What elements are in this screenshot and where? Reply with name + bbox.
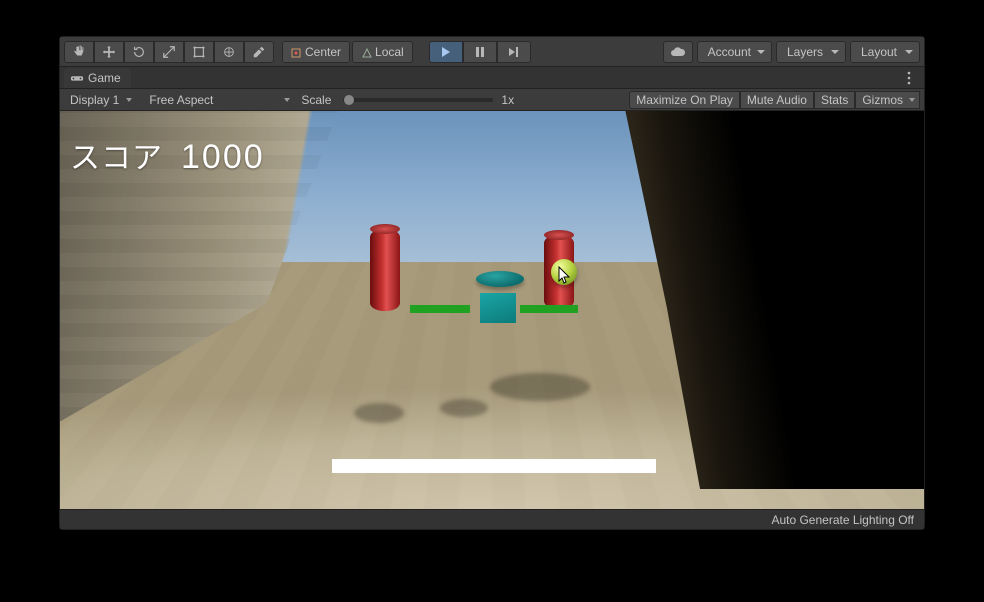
lighting-status: Auto Generate Lighting Off (771, 513, 914, 527)
score-value: 1000 (181, 138, 265, 177)
tab-game[interactable]: Game (64, 68, 131, 88)
maximize-label: Maximize On Play (636, 93, 733, 107)
step-icon (508, 47, 520, 57)
pause-button[interactable] (463, 41, 497, 63)
step-button[interactable] (497, 41, 531, 63)
rect-tool[interactable] (184, 41, 214, 63)
teal-disc (476, 271, 524, 287)
chevron-down-icon (909, 98, 915, 102)
scale-value: 1x (501, 93, 514, 107)
shadow-blob (490, 373, 590, 401)
move-icon (102, 45, 116, 59)
aspect-label: Free Aspect (149, 93, 213, 107)
game-viewport[interactable]: スコア 1000 (60, 111, 924, 509)
game-tab-icon (70, 73, 84, 83)
scale-slider[interactable] (343, 98, 493, 102)
stats-toggle[interactable]: Stats (814, 91, 855, 109)
play-controls (429, 41, 531, 63)
mute-label: Mute Audio (747, 93, 807, 107)
layers-dropdown[interactable]: Layers (776, 41, 846, 63)
hand-tool[interactable] (64, 41, 94, 63)
tab-context-menu[interactable] (900, 69, 918, 87)
transform-combo-tool[interactable] (214, 41, 244, 63)
main-toolbar: Center Local Account (60, 37, 924, 67)
rotate-tool[interactable] (124, 41, 154, 63)
combo-icon (222, 45, 236, 59)
red-pillar-left (370, 229, 400, 311)
hand-icon (72, 45, 86, 59)
hud-white-bar (332, 459, 656, 473)
status-bar: Auto Generate Lighting Off (60, 509, 924, 529)
play-button[interactable] (429, 41, 463, 63)
green-bar-right (520, 305, 578, 313)
shadow-blob (354, 403, 404, 423)
rotate-icon (132, 45, 146, 59)
yellow-ball (551, 259, 577, 285)
score-label: スコア (70, 133, 163, 177)
rect-icon (192, 45, 206, 59)
account-label: Account (708, 45, 751, 59)
scale-slider-thumb[interactable] (344, 95, 354, 105)
local-icon (361, 47, 371, 57)
layout-dropdown[interactable]: Layout (850, 41, 920, 63)
cloud-button[interactable] (663, 41, 693, 63)
mute-audio-toggle[interactable]: Mute Audio (740, 91, 814, 109)
toolbar-right: Account Layers Layout (663, 41, 920, 63)
unity-editor-window: Center Local Account (59, 36, 925, 530)
layout-label: Layout (861, 45, 897, 59)
teal-cube (480, 293, 516, 323)
custom-tools[interactable] (244, 41, 274, 63)
play-icon (441, 46, 451, 58)
handle-rotation-toggle[interactable]: Local (352, 41, 413, 63)
stats-label: Stats (821, 93, 848, 107)
gizmos-dropdown[interactable]: Gizmos (855, 91, 920, 109)
tools-icon (252, 45, 266, 59)
scale-label: Scale (301, 93, 331, 107)
maximize-on-play-toggle[interactable]: Maximize On Play (629, 91, 740, 109)
move-tool[interactable] (94, 41, 124, 63)
transform-tool-group (64, 41, 274, 63)
pivot-toggle[interactable]: Center (282, 41, 350, 63)
cloud-icon (670, 47, 686, 57)
gizmos-label: Gizmos (862, 93, 903, 107)
scale-icon (162, 45, 176, 59)
aspect-dropdown[interactable]: Free Aspect (143, 91, 293, 109)
layers-label: Layers (787, 45, 823, 59)
display-dropdown[interactable]: Display 1 (64, 91, 135, 109)
tab-row: Game (60, 67, 924, 89)
scale-tool[interactable] (154, 41, 184, 63)
handle-rotation-label: Local (375, 45, 404, 59)
pivot-icon (291, 47, 301, 57)
account-dropdown[interactable]: Account (697, 41, 772, 63)
display-label: Display 1 (70, 93, 119, 107)
dots-icon (907, 71, 911, 85)
green-bar-left (410, 305, 470, 313)
pivot-label: Center (305, 45, 341, 59)
game-toolbar: Display 1 Free Aspect Scale 1x Maximize … (60, 89, 924, 111)
shadow-blob (440, 399, 488, 417)
hud-score: スコア 1000 (70, 133, 265, 177)
game-toolbar-right: Maximize On Play Mute Audio Stats Gizmos (629, 91, 920, 109)
pause-icon (476, 47, 484, 57)
tab-game-label: Game (88, 71, 121, 85)
